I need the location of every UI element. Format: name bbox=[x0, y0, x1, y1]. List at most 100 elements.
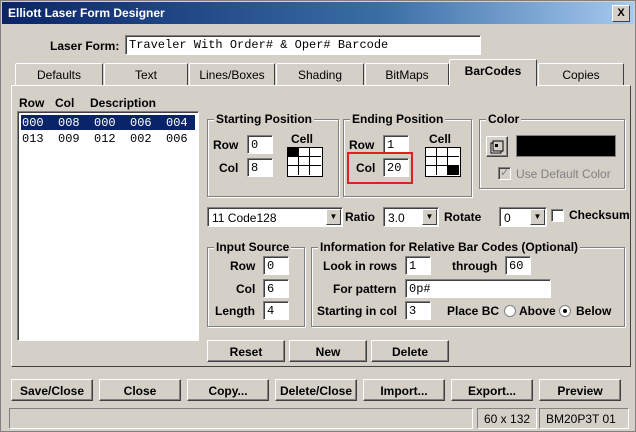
pattern-input[interactable]: 0p# bbox=[405, 279, 551, 298]
barcode-list[interactable]: 000 008 000 006 004 013 009 012 002 006 bbox=[17, 111, 199, 341]
ratio-select[interactable]: 3.0 ▼ bbox=[383, 207, 439, 227]
rotate-select[interactable]: 0 ▼ bbox=[499, 207, 547, 227]
checkmark-icon: ✓ bbox=[500, 167, 510, 179]
status-code: BM20P3T 01 bbox=[539, 408, 629, 429]
list-item[interactable]: 013 009 012 002 006 bbox=[22, 132, 188, 146]
select-value: 11 Code128 bbox=[212, 211, 277, 225]
tab-copies[interactable]: Copies bbox=[538, 63, 624, 85]
end-col-label: Col bbox=[356, 161, 376, 175]
palette-icon[interactable] bbox=[486, 136, 508, 157]
tab-lines-boxes[interactable]: Lines/Boxes bbox=[189, 63, 275, 85]
tab-label: Text bbox=[134, 68, 157, 82]
export-button[interactable]: Export... bbox=[451, 379, 533, 401]
tab-defaults[interactable]: Defaults bbox=[15, 63, 103, 85]
laser-form-input[interactable]: Traveler With Order# & Oper# Barcode bbox=[125, 35, 481, 55]
group-title: Starting Position bbox=[214, 112, 314, 126]
select-value: 3.0 bbox=[388, 211, 405, 225]
button-label: Save/Close bbox=[19, 384, 85, 398]
look-from-input[interactable]: 1 bbox=[405, 256, 431, 275]
button-label: Delete/Close bbox=[279, 384, 353, 398]
title-bar[interactable]: Elliott Laser Form Designer X bbox=[2, 2, 634, 24]
start-row-input[interactable]: 0 bbox=[247, 135, 273, 154]
start-col-input[interactable]: 8 bbox=[247, 158, 273, 177]
list-item[interactable]: 000 008 000 006 004 bbox=[22, 116, 188, 130]
palette-icon-glyph bbox=[490, 140, 504, 154]
copy-button[interactable]: Copy... bbox=[187, 379, 269, 401]
chevron-down-icon: ▼ bbox=[422, 209, 437, 225]
button-label: Reset bbox=[229, 345, 263, 359]
button-label: Copy... bbox=[208, 384, 248, 398]
button-label: Delete bbox=[391, 345, 429, 359]
status-size: 60 x 132 bbox=[477, 408, 537, 429]
delete-button[interactable]: Delete bbox=[371, 340, 449, 362]
input-length-label: Length bbox=[215, 304, 255, 318]
place-bc-label: Place BC bbox=[447, 304, 500, 318]
tab-barcodes[interactable]: BarCodes bbox=[449, 59, 537, 86]
rotate-label: Rotate bbox=[444, 210, 482, 224]
tab-label: BitMaps bbox=[385, 68, 429, 82]
laser-form-label: Laser Form: bbox=[50, 39, 120, 53]
end-cell-label: Cell bbox=[429, 132, 452, 146]
start-cell-grid[interactable] bbox=[287, 147, 323, 177]
close-window-button[interactable]: X bbox=[612, 5, 630, 22]
start-cell-label: Cell bbox=[291, 132, 314, 146]
save-close-button[interactable]: Save/Close bbox=[11, 379, 93, 401]
through-label: through bbox=[452, 259, 498, 273]
new-button[interactable]: New bbox=[289, 340, 367, 362]
status-text: 60 x 132 bbox=[484, 412, 531, 426]
tab-shading[interactable]: Shading bbox=[276, 63, 364, 85]
group-title: Color bbox=[486, 112, 522, 126]
pattern-label: For pattern bbox=[333, 282, 397, 296]
start-col-label: Col bbox=[219, 161, 239, 175]
place-above-radio[interactable] bbox=[504, 305, 516, 317]
input-row-label: Row bbox=[230, 259, 256, 273]
start-row-label: Row bbox=[213, 138, 239, 152]
starting-col-input[interactable]: 3 bbox=[405, 301, 431, 320]
preview-button[interactable]: Preview bbox=[539, 379, 621, 401]
status-left bbox=[9, 408, 473, 429]
place-below-label: Below bbox=[576, 304, 612, 318]
group-title: Input Source bbox=[214, 240, 292, 254]
list-header-col: Col bbox=[55, 96, 75, 110]
checksum-label: Checksum bbox=[569, 208, 630, 222]
window-title: Elliott Laser Form Designer bbox=[8, 6, 165, 20]
end-cell-grid[interactable] bbox=[425, 147, 461, 177]
select-value: 0 bbox=[504, 211, 511, 225]
input-length-input[interactable]: 4 bbox=[263, 301, 289, 320]
button-label: Export... bbox=[467, 384, 516, 398]
input-row-input[interactable]: 0 bbox=[263, 256, 289, 275]
color-swatch[interactable] bbox=[516, 135, 616, 157]
button-label: Import... bbox=[380, 384, 428, 398]
checksum-checkbox[interactable] bbox=[551, 209, 564, 222]
look-in-rows-label: Look in rows bbox=[323, 259, 398, 273]
chevron-down-icon: ▼ bbox=[530, 209, 545, 225]
status-text: BM20P3T 01 bbox=[546, 412, 616, 426]
tab-label: Defaults bbox=[36, 68, 82, 82]
end-col-input[interactable]: 20 bbox=[383, 158, 409, 177]
delete-close-button[interactable]: Delete/Close bbox=[275, 379, 357, 401]
import-button[interactable]: Import... bbox=[363, 379, 445, 401]
list-header-description: Description bbox=[90, 96, 157, 110]
button-label: Preview bbox=[557, 384, 603, 398]
close-button[interactable]: Close bbox=[99, 379, 181, 401]
tab-text[interactable]: Text bbox=[104, 63, 188, 85]
place-below-radio[interactable] bbox=[559, 305, 571, 317]
tab-label: Lines/Boxes bbox=[199, 68, 265, 82]
use-default-color-checkbox[interactable]: ✓ bbox=[498, 167, 511, 180]
group-title: Ending Position bbox=[350, 112, 446, 126]
barcode-type-select[interactable]: 11 Code128 ▼ bbox=[207, 207, 343, 227]
reset-button[interactable]: Reset bbox=[207, 340, 285, 362]
starting-col-label: Starting in col bbox=[317, 304, 398, 318]
group-title: Information for Relative Bar Codes (Opti… bbox=[318, 240, 581, 254]
chevron-down-icon: ▼ bbox=[326, 209, 341, 225]
input-col-input[interactable]: 6 bbox=[263, 279, 289, 298]
look-to-input[interactable]: 60 bbox=[505, 256, 531, 275]
end-row-label: Row bbox=[349, 138, 375, 152]
place-above-label: Above bbox=[519, 304, 556, 318]
tab-label: BarCodes bbox=[464, 64, 522, 78]
tab-label: Shading bbox=[297, 68, 343, 82]
button-label: New bbox=[315, 345, 341, 359]
use-default-color-label: Use Default Color bbox=[516, 167, 611, 181]
main-window: Elliott Laser Form Designer X Laser Form… bbox=[0, 0, 636, 432]
tab-bitmaps[interactable]: BitMaps bbox=[365, 63, 449, 85]
